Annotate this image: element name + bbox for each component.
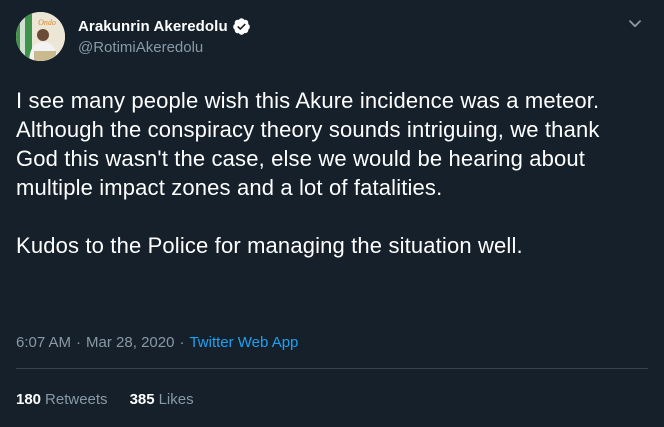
author-names: Arakunrin Akeredolu @RotimiAkeredolu — [78, 16, 251, 56]
meta-separator: · — [179, 334, 185, 351]
tweet-meta: 6:07 AM · Mar 28, 2020 · Twitter Web App — [16, 334, 298, 351]
chevron-down-icon[interactable] — [624, 12, 646, 34]
tweet-card: Ondo Arakunrin Akeredolu @RotimiAkeredol… — [0, 0, 664, 427]
tweet-header: Ondo Arakunrin Akeredolu @RotimiAkeredol… — [16, 10, 648, 62]
display-name[interactable]: Arakunrin Akeredolu — [78, 18, 228, 35]
tweet-text: I see many people wish this Akure incide… — [16, 88, 600, 258]
display-name-row: Arakunrin Akeredolu — [78, 16, 251, 36]
meta-separator: · — [76, 334, 82, 351]
avatar-image: Ondo — [16, 12, 65, 61]
tweet-stats: 180 Retweets 385 Likes — [16, 391, 194, 408]
tweet-source-link[interactable]: Twitter Web App — [189, 334, 298, 351]
retweets-stat[interactable]: 180 Retweets — [16, 391, 108, 408]
likes-label: Likes — [158, 391, 194, 408]
retweets-count: 180 — [16, 391, 42, 408]
divider — [16, 368, 648, 369]
tweet-time[interactable]: 6:07 AM — [16, 334, 71, 351]
retweets-label: Retweets — [45, 391, 108, 408]
avatar[interactable]: Ondo — [16, 12, 65, 61]
avatar-logo-text: Ondo — [38, 18, 56, 27]
tweet-date[interactable]: Mar 28, 2020 — [86, 334, 174, 351]
likes-count: 385 — [129, 391, 155, 408]
verified-badge-icon — [232, 17, 251, 36]
author-handle[interactable]: @RotimiAkeredolu — [78, 39, 251, 56]
likes-stat[interactable]: 385 Likes — [130, 391, 194, 408]
